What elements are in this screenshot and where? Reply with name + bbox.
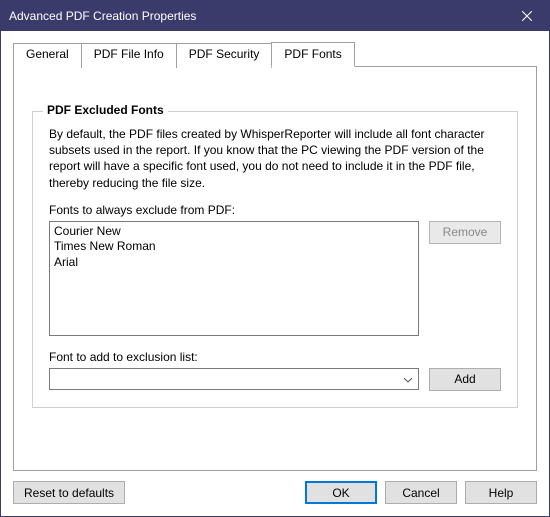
tab-pdf-security[interactable]: PDF Security — [176, 43, 273, 68]
list-item[interactable]: Arial — [54, 255, 414, 271]
titlebar: Advanced PDF Creation Properties — [1, 1, 549, 31]
remove-button[interactable]: Remove — [429, 221, 501, 244]
list-item[interactable]: Courier New — [54, 224, 414, 240]
tab-general[interactable]: General — [13, 43, 82, 68]
dialog-footer: Reset to defaults OK Cancel Help — [13, 471, 537, 504]
close-button[interactable] — [504, 1, 549, 31]
exclude-list-label: Fonts to always exclude from PDF: — [49, 203, 501, 217]
close-icon — [522, 11, 532, 21]
excluded-fonts-listbox[interactable]: Courier New Times New Roman Arial — [49, 221, 419, 336]
excluded-fonts-group: PDF Excluded Fonts By default, the PDF f… — [32, 111, 518, 408]
group-title: PDF Excluded Fonts — [43, 103, 168, 117]
add-font-label: Font to add to exclusion list: — [49, 350, 501, 364]
ok-button[interactable]: OK — [305, 481, 377, 504]
cancel-button[interactable]: Cancel — [385, 481, 457, 504]
dialog-window: Advanced PDF Creation Properties General… — [0, 0, 550, 517]
add-button[interactable]: Add — [429, 368, 501, 391]
tab-strip: General PDF File Info PDF Security PDF F… — [13, 41, 537, 66]
group-description: By default, the PDF files created by Whi… — [49, 126, 501, 191]
reset-to-defaults-button[interactable]: Reset to defaults — [13, 481, 125, 504]
window-title: Advanced PDF Creation Properties — [9, 9, 196, 23]
tab-pdf-file-info[interactable]: PDF File Info — [81, 43, 177, 68]
tab-pdf-fonts[interactable]: PDF Fonts — [271, 42, 354, 67]
dialog-content: General PDF File Info PDF Security PDF F… — [1, 31, 549, 516]
tab-panel: PDF Excluded Fonts By default, the PDF f… — [13, 66, 537, 471]
help-button[interactable]: Help — [465, 481, 537, 504]
font-combobox[interactable] — [49, 368, 419, 390]
list-item[interactable]: Times New Roman — [54, 239, 414, 255]
chevron-down-icon — [400, 372, 416, 386]
